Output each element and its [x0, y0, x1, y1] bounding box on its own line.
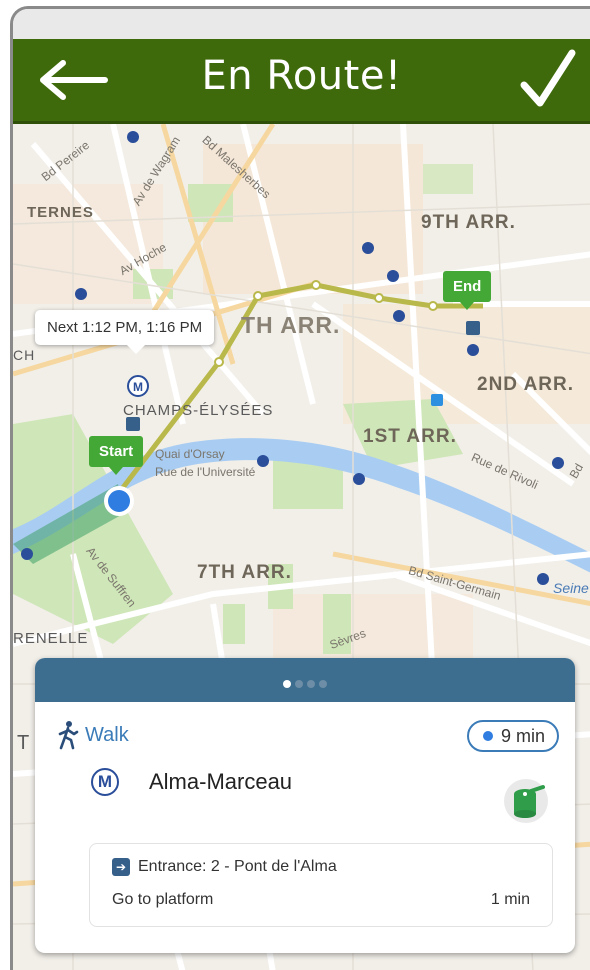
start-pin[interactable]: Start: [89, 436, 144, 475]
check-icon: [520, 49, 576, 107]
duration-text: 9 min: [500, 725, 545, 746]
end-pin[interactable]: End: [443, 271, 492, 310]
district-label: TERNES: [27, 204, 94, 221]
district-label: TH ARR.: [241, 312, 341, 338]
step-label: Go to platform: [112, 891, 214, 908]
card-header: [35, 658, 575, 702]
duration-dot: [482, 731, 493, 741]
page-dot[interactable]: [295, 680, 303, 688]
station-row: M Alma-Marceau: [91, 768, 292, 796]
metro-icon: M: [91, 768, 119, 796]
street-label: Quai d'Orsay: [155, 447, 225, 461]
district-label: 7TH ARR.: [197, 562, 292, 583]
entrance-details: ➔ Entrance: 2 - Pont de l'Alma Go to pla…: [89, 843, 553, 927]
entrance-label: Entrance: 2 - Pont de l'Alma: [138, 858, 337, 875]
route-step-card[interactable]: Walk 9 min M Alma-Marceau ➔ Entrance: 2 …: [35, 658, 575, 953]
step-time: 1 min: [490, 891, 530, 908]
page-indicator[interactable]: [35, 675, 575, 693]
street-label: Rue de l'Université: [155, 465, 256, 479]
street-label: Seine: [553, 580, 589, 596]
svg-text:M: M: [133, 380, 143, 394]
recycle-bin-icon[interactable]: [503, 778, 549, 824]
walk-mode: Walk: [57, 720, 129, 750]
walking-person-icon: [58, 721, 79, 750]
district-label: RENELLE: [13, 630, 89, 647]
district-label: CH: [13, 347, 36, 363]
status-strip: [13, 9, 590, 39]
district-label: 9TH ARR.: [421, 212, 516, 233]
page-dot[interactable]: [307, 680, 315, 688]
app-header: En Route!: [13, 39, 590, 124]
page-title: En Route!: [201, 53, 402, 99]
district-label: CHAMPS-ÉLYSÉES: [123, 402, 274, 419]
departure-tooltip[interactable]: Next 1:12 PM, 1:16 PM: [35, 310, 215, 354]
page-dot[interactable]: [283, 680, 291, 688]
duration-badge: 9 min: [466, 720, 559, 752]
district-label: 2ND ARR.: [477, 374, 575, 395]
district-label: T: [17, 732, 31, 754]
phone-frame: En Route! M TERNES 9TH ARR. TH ARR. 2ND …: [10, 6, 590, 970]
entrance-icon: ➔: [112, 858, 130, 876]
district-label: 1ST ARR.: [363, 426, 457, 447]
mode-label: Walk: [85, 723, 129, 746]
station-name: Alma-Marceau: [149, 769, 293, 794]
page-dot[interactable]: [319, 680, 327, 688]
confirm-button[interactable]: [518, 47, 578, 113]
entrance-row: ➔ Entrance: 2 - Pont de l'Alma: [112, 858, 337, 876]
